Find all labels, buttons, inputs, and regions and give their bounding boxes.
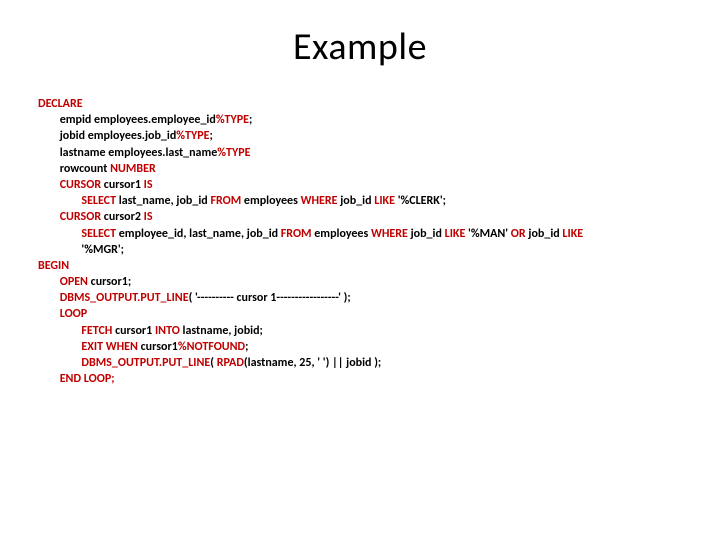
kw-loop: LOOP [38,307,87,321]
kw-is1: IS [144,178,153,192]
kw-exitwhen: EXIT WHEN [38,340,138,354]
semi3: ; [245,340,248,354]
t-jid2: job_id [408,227,445,241]
kw-notfound: %NOTFOUND [178,340,245,354]
kw-number: NUMBER [110,162,156,176]
t-c1b: cursor1 [138,340,178,354]
t-openc1: cursor1; [88,275,131,289]
t-emp2: employees [312,227,371,241]
t-jid1: job_id [338,194,375,208]
kw-where2: WHERE [371,227,408,241]
t-man: '%MAN' [465,227,510,241]
kw-like2: LIKE [445,227,466,241]
kw-where1: WHERE [301,194,338,208]
kw-cursor2: CURSOR [38,210,101,224]
t-clerk: '%CLERK'; [395,194,446,208]
kw-cursor1: CURSOR [38,178,101,192]
slide-title: Example [38,24,682,70]
kw-open: OPEN [38,275,88,289]
kw-rpad: RPAD [217,356,244,370]
kw-declare: DECLARE [38,97,83,111]
kw-type3: %TYPE [217,146,250,160]
t-rpadargs: (lastname, 25, ' ') || jobid ); [244,356,381,370]
kw-fetch: FETCH [38,324,112,338]
line-empid: empid employees.employee_id [38,113,216,127]
kw-like1: LIKE [374,194,395,208]
slide: Example DECLARE empid employees.employee… [0,0,720,540]
kw-select2: SELECT [38,227,116,241]
t-emp1: employees [241,194,300,208]
kw-from1: FROM [210,194,241,208]
kw-into: INTO [155,324,180,338]
t-jid3: job_id [526,227,563,241]
t-sel2: employee_id, last_name, job_id [116,227,281,241]
t-c1: cursor1 [101,178,144,192]
t-dbms1arg: ( '---------- cursor 1-----------------'… [189,291,351,305]
kw-begin: BEGIN [38,259,69,273]
line-mgr: '%MGR'; [38,243,124,257]
t-intoargs: lastname, jobid; [180,324,263,338]
line-lastname: lastname employees.last_name [38,146,217,160]
kw-dbms2: DBMS_OUTPUT.PUT_LINE [38,356,210,370]
semi2: ; [209,129,212,143]
t-fc1: cursor1 [112,324,155,338]
kw-or: OR [511,227,526,241]
t-c2: cursor2 [101,210,144,224]
line-jobid: jobid employees.job_id [38,129,176,143]
code-block: DECLARE empid employees.employee_id%TYPE… [38,96,682,387]
kw-select1: SELECT [38,194,116,208]
line-rowcount: rowcount [38,162,110,176]
kw-from2: FROM [281,227,312,241]
semi1: ; [249,113,252,127]
kw-endloop: END LOOP; [38,372,115,386]
kw-is2: IS [144,210,153,224]
kw-like3: LIKE [562,227,583,241]
kw-type1: %TYPE [216,113,249,127]
t-sel1: last_name, job_id [116,194,210,208]
kw-dbms1: DBMS_OUTPUT.PUT_LINE [38,291,189,305]
kw-type2: %TYPE [176,129,209,143]
